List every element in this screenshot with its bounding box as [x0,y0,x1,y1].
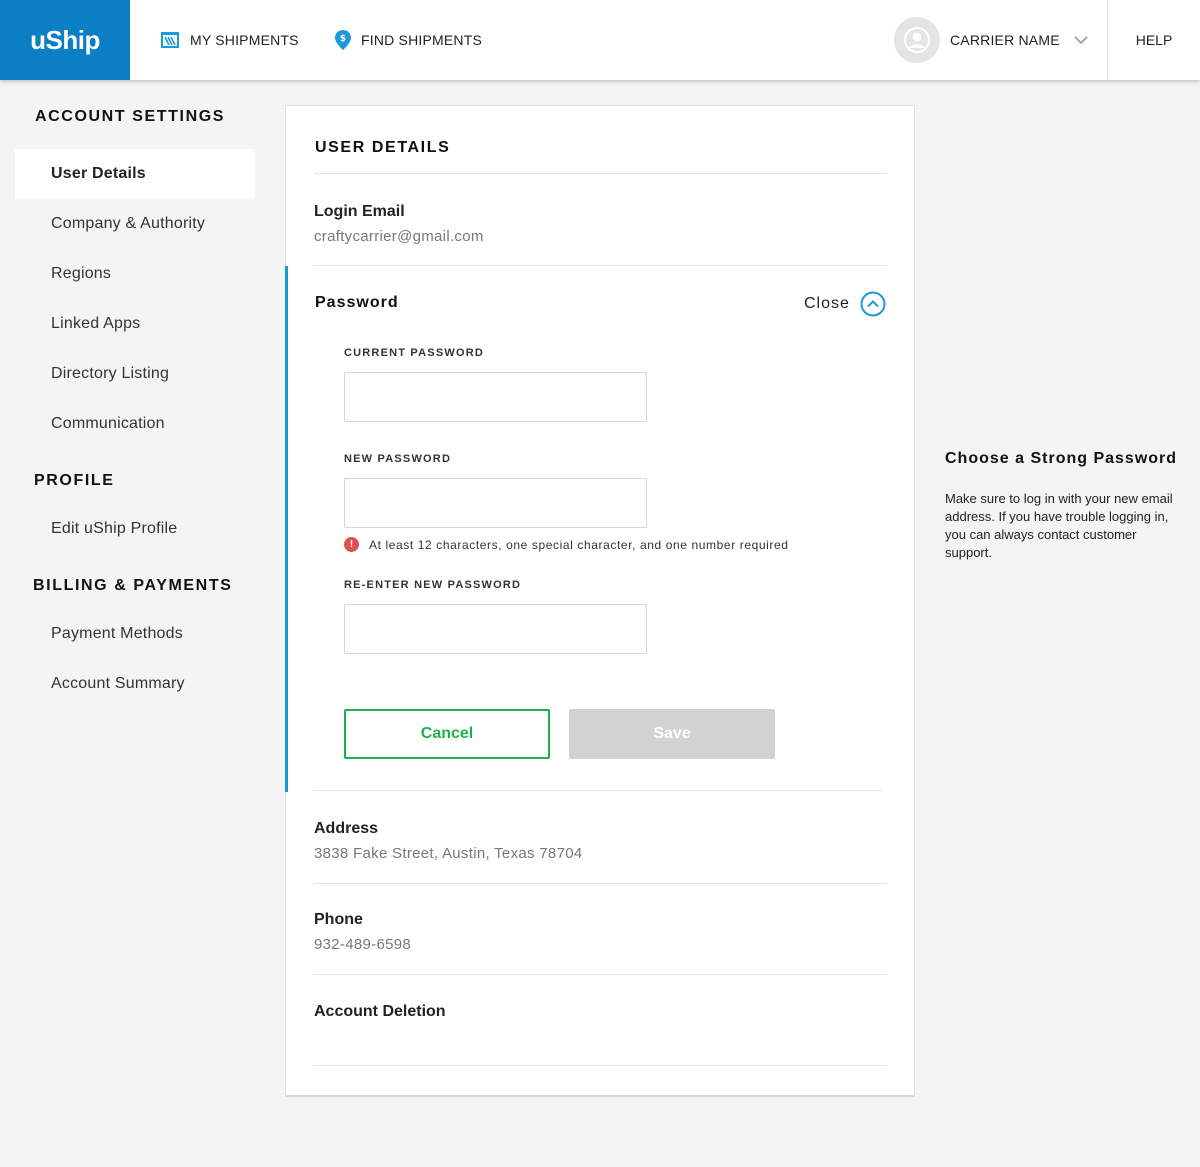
sidebar-heading-profile: PROFILE [34,472,115,489]
top-header: uShip MY SHIPMENTS $ FIND SHIPMENTS CARR… [0,0,1200,80]
tip-body: Make sure to log in with your new email … [945,491,1173,560]
reenter-password-input[interactable] [344,604,647,654]
new-password-input[interactable] [344,478,647,528]
divider [314,265,887,266]
divider [314,883,887,884]
reenter-password-label: RE-ENTER NEW PASSWORD [344,579,522,591]
help-link[interactable]: HELP [1107,0,1200,80]
active-section-indicator [285,266,288,792]
sidebar-item-company-authority[interactable]: Company & Authority [15,199,255,249]
current-password-input[interactable] [344,372,647,422]
card-title: USER DETAILS [315,139,451,156]
shipments-icon [161,32,179,48]
chevron-down-icon[interactable] [1074,36,1088,44]
login-email-label: Login Email [314,203,405,220]
account-deletion-label[interactable]: Account Deletion [314,1003,446,1021]
hint-text: At least 12 characters, one special char… [369,537,789,552]
nav-find-shipments[interactable]: $ FIND SHIPMENTS [335,0,482,80]
nav-label: MY SHIPMENTS [190,32,299,48]
sidebar-item-communication[interactable]: Communication [15,399,255,449]
svg-text:$: $ [340,34,346,44]
user-name: CARRIER NAME [950,32,1060,48]
password-requirements-hint: ! At least 12 characters, one special ch… [344,537,789,552]
user-avatar-icon [904,27,930,53]
close-label: Close [804,295,850,312]
sidebar-item-user-details[interactable]: User Details [15,149,255,199]
help-label: HELP [1135,32,1173,48]
new-password-label: NEW PASSWORD [344,453,452,465]
divider [314,790,883,791]
divider [314,974,887,975]
address-label: Address [314,820,379,837]
divider [314,1065,887,1066]
sidebar-item-directory-listing[interactable]: Directory Listing [15,349,255,399]
logo-text: uShip [30,24,100,55]
password-section-title: Password [315,294,399,311]
sidebar-heading-billing-payments: BILLING & PAYMENTS [33,577,233,594]
error-icon: ! [344,537,359,552]
user-details-card: USER DETAILS Login Email craftycarrier@g… [285,105,915,1097]
sidebar-item-account-summary[interactable]: Account Summary [15,659,255,709]
login-email-value: craftycarrier@gmail.com [314,228,484,245]
sidebar-item-linked-apps[interactable]: Linked Apps [15,299,255,349]
sidebar-item-edit-profile[interactable]: Edit uShip Profile [15,504,255,554]
current-password-label: CURRENT PASSWORD [344,347,484,359]
password-close-toggle[interactable]: Close [804,291,886,317]
sidebar-item-regions[interactable]: Regions [15,249,255,299]
phone-label: Phone [314,911,363,928]
nav-my-shipments[interactable]: MY SHIPMENTS [160,0,299,80]
phone-value: 932-489-6598 [314,936,412,953]
sidebar-heading-account-settings: ACCOUNT SETTINGS [35,108,226,125]
uship-logo[interactable]: uShip [0,0,130,80]
nav-label: FIND SHIPMENTS [361,32,483,48]
cancel-button[interactable]: Cancel [344,709,550,759]
divider [314,173,887,174]
avatar [894,17,940,63]
save-button[interactable]: Save [569,709,775,759]
sidebar-item-payment-methods[interactable]: Payment Methods [15,609,255,659]
address-value: 3838 Fake Street, Austin, Texas 78704 [314,845,583,862]
user-menu[interactable]: CARRIER NAME [894,17,1088,63]
tip-title: Choose a Strong Password [945,450,1178,467]
location-pin-dollar-icon: $ [335,30,351,50]
chevron-up-circle-icon [860,291,886,317]
